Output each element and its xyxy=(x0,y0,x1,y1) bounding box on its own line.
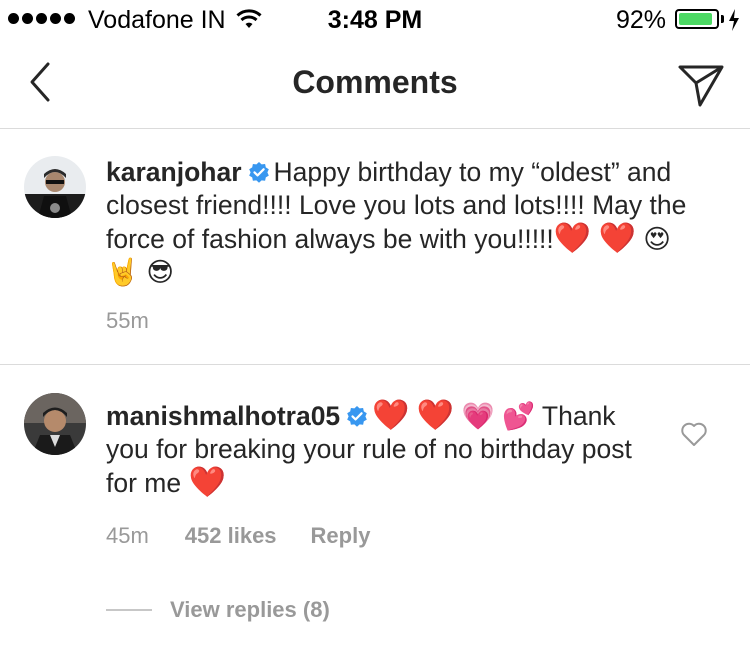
heart-emoji: ❤️ xyxy=(188,465,226,500)
comment-username[interactable]: karanjohar xyxy=(106,157,242,187)
send-button[interactable] xyxy=(676,60,726,110)
paper-plane-icon xyxy=(678,65,724,107)
comment-timestamp: 55m xyxy=(106,308,149,333)
heart-emoji: ❤️ xyxy=(416,398,455,433)
comment-meta: 55m xyxy=(106,308,149,334)
avatar-image xyxy=(24,156,86,218)
avatar[interactable] xyxy=(24,393,86,455)
navigation-bar: Comments xyxy=(0,40,750,129)
view-replies-label: View replies (8) xyxy=(170,597,330,622)
growing-heart-emoji: 💗 xyxy=(461,401,495,432)
comment-meta: 45m 452 likes Reply xyxy=(106,523,370,549)
likes-count[interactable]: 452 likes xyxy=(185,523,277,549)
sunglasses-emoji: 😎 xyxy=(146,257,175,288)
page-title: Comments xyxy=(292,64,458,100)
comment-text: karanjohar Happy birthday to my “oldest”… xyxy=(106,156,706,289)
verified-badge-icon xyxy=(248,162,269,183)
comment-item: manishmalhotra05 ❤️ ❤️ 💗 💕 Thank you for… xyxy=(0,365,750,651)
comment-item: karanjohar Happy birthday to my “oldest”… xyxy=(0,128,750,365)
heart-emoji: ❤️ xyxy=(598,221,636,256)
comment-text: manishmalhotra05 ❤️ ❤️ 💗 💕 Thank you for… xyxy=(106,399,661,500)
reply-button[interactable]: Reply xyxy=(311,523,371,549)
heart-outline-icon[interactable] xyxy=(680,421,708,447)
two-hearts-emoji: 💕 xyxy=(502,401,536,432)
rock-hand-emoji: 🤘 xyxy=(106,257,139,288)
battery-nub xyxy=(721,15,724,23)
status-bar: Vodafone IN 3:48 PM 92% xyxy=(0,0,750,40)
divider-line xyxy=(106,609,152,611)
verified-badge-icon xyxy=(347,406,367,427)
battery-icon xyxy=(675,9,719,29)
avatar-image xyxy=(24,393,86,455)
comment-text-line1: Happy birthday to my xyxy=(273,157,524,187)
avatar[interactable] xyxy=(24,156,86,218)
comment-timestamp: 45m xyxy=(106,523,149,548)
charging-bolt-icon xyxy=(729,9,739,31)
heart-eyes-emoji: 😍 xyxy=(643,224,671,255)
view-replies-button[interactable]: View replies (8) xyxy=(106,597,330,623)
comment-username[interactable]: manishmalhotra05 xyxy=(106,401,340,431)
battery-percentage: 92% xyxy=(615,6,666,34)
heart-emoji: ❤️ xyxy=(372,398,410,433)
heart-emoji: ❤️ xyxy=(553,221,592,256)
